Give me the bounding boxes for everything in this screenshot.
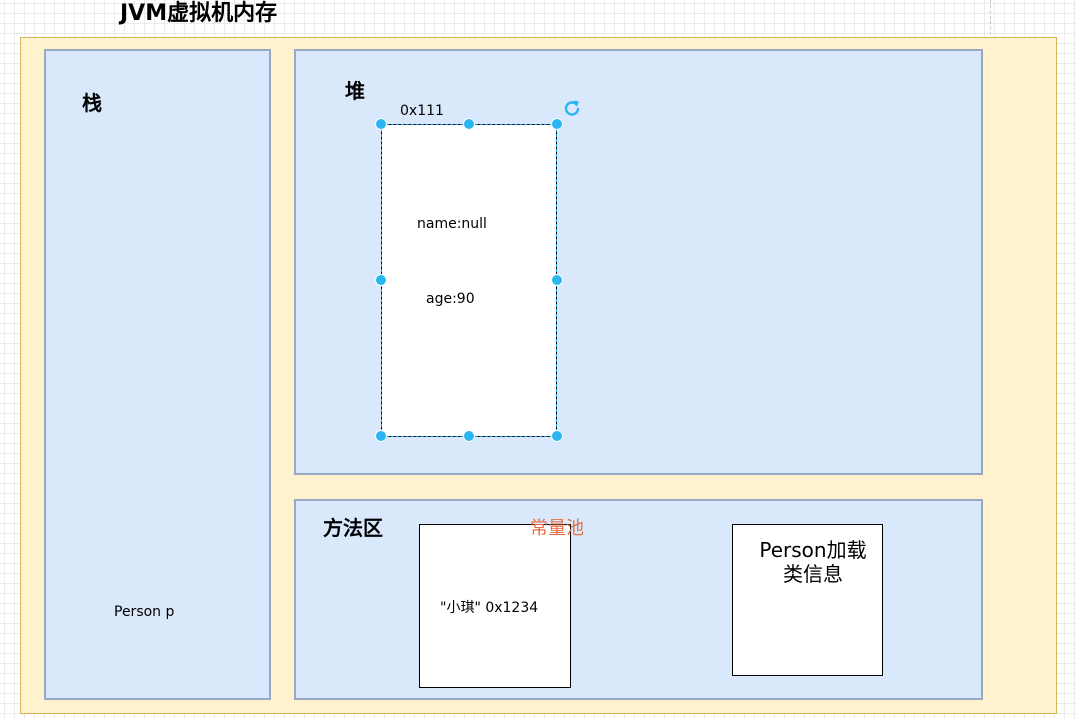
constant-pool-label[interactable]: 常量池 xyxy=(530,514,584,540)
resize-handle-bottom-left[interactable] xyxy=(375,430,387,442)
constant-pool-entry[interactable]: "小琪" 0x1234 xyxy=(440,597,538,617)
class-info-line-2: 类信息 xyxy=(783,562,843,586)
class-info-text[interactable]: Person加载 类信息 xyxy=(732,538,894,586)
class-info-line-1: Person加载 xyxy=(759,538,867,562)
resize-handle-left[interactable] xyxy=(375,274,387,286)
diagram-title[interactable]: JVM虚拟机内存 xyxy=(120,0,277,27)
object-field-name[interactable]: name:null xyxy=(417,216,487,232)
stack-heading[interactable]: 栈 xyxy=(82,87,102,116)
object-field-age[interactable]: age:90 xyxy=(426,291,475,307)
stack-panel[interactable] xyxy=(44,49,271,700)
resize-handle-top[interactable] xyxy=(463,118,475,130)
rotate-icon[interactable] xyxy=(562,98,582,122)
heap-heading[interactable]: 堆 xyxy=(345,75,365,104)
stack-variable[interactable]: Person p xyxy=(114,604,174,620)
page-boundary-line xyxy=(990,0,991,40)
resize-handle-bottom-right[interactable] xyxy=(551,430,563,442)
resize-handle-right[interactable] xyxy=(551,274,563,286)
resize-handle-bottom[interactable] xyxy=(463,430,475,442)
object-address[interactable]: 0x111 xyxy=(400,103,444,119)
selection-outline xyxy=(381,124,557,437)
resize-handle-top-left[interactable] xyxy=(375,118,387,130)
method-area-heading[interactable]: 方法区 xyxy=(323,512,383,541)
